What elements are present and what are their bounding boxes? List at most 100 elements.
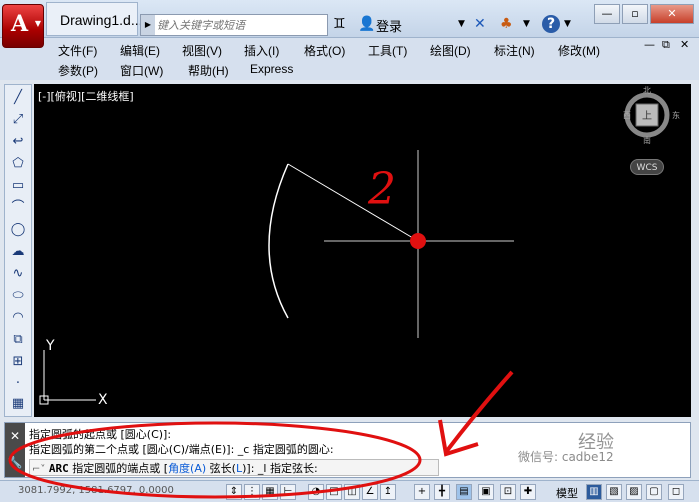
osnap-icon[interactable]: □ [326,484,342,500]
ortho-mode-icon[interactable]: ⊢ [280,484,296,500]
selection-cycling-icon[interactable]: ⊡ [500,484,516,500]
quick-view-drawings-icon[interactable]: ▧ [606,484,622,500]
arc-shape [268,163,289,319]
menu-insert[interactable]: 插入(I) [244,42,279,59]
search-input[interactable] [157,17,325,33]
chevron-down-icon: ▼ [34,19,41,28]
autodesk-360-icon[interactable]: ♣ [500,15,513,33]
quick-properties-icon[interactable]: ▣ [478,484,494,500]
maximize-button[interactable]: ▫ [622,4,648,24]
insert-block-tool-icon[interactable]: ⧉ [8,331,28,349]
ellipse-tool-icon[interactable]: ⬭ [8,287,28,305]
polygon-tool-icon[interactable]: ⬠ [8,155,28,173]
point-tool-icon[interactable]: · [8,375,28,393]
ucs-x-label: X [98,392,108,408]
viewcube[interactable]: 北 南 东 西 上 [623,86,680,145]
command-prompt-text: 指定圆弧的端点或 [ [68,462,169,475]
infer-constraints-icon[interactable]: ⇕ [226,484,242,500]
viewcube-face-label: 上 [642,110,652,122]
annotation-scale-icon[interactable]: ▨ [626,484,642,500]
menu-express[interactable]: Express [250,62,293,76]
wrench-icon[interactable]: 🔧 [5,455,25,469]
snap-mode-icon[interactable]: ⋮ [244,484,260,500]
circle-tool-icon[interactable]: ◯ [8,221,28,239]
ducs-icon[interactable]: ↥ [380,484,396,500]
help-icon[interactable]: ? [542,15,560,33]
menu-draw[interactable]: 绘图(D) [430,42,471,59]
mdi-close-button[interactable]: ✕ [680,38,689,51]
compass-east-label: 东 [672,110,680,120]
help-dropdown-icon[interactable]: ▼ [564,15,571,33]
mdi-restore-button[interactable]: ⧉ [662,38,670,52]
menu-dimension[interactable]: 标注(N) [494,42,535,59]
hatch-tool-icon[interactable]: ▦ [8,395,28,413]
search-box[interactable]: ▶ [140,14,328,36]
compass-north-label: 北 [643,86,651,95]
annotation-monitor-icon[interactable]: ✚ [520,484,536,500]
login-button[interactable]: 登录 [376,16,402,35]
lineweight-icon[interactable]: ╋ [434,484,450,500]
drawing-svg: 北 南 东 西 上 2 Y X [39,86,680,408]
rectangle-tool-icon[interactable]: ▭ [8,177,28,195]
ucs-icon: Y X [39,338,108,408]
dropdown-arrow-icon[interactable]: ▼ [458,15,465,33]
autocad-logo-icon: A [11,11,29,37]
menu-parametric[interactable]: 参数(P) [58,62,98,79]
mdi-minimize-button[interactable]: — [644,38,655,51]
draw-toolbar: ╱ ⤢ ↩ ⬠ ▭ ⌒ ◯ ☁ ∿ ⬭ ◠ ⧉ ⊞ · ▦ [4,84,32,417]
drawing-canvas[interactable]: [-][俯视][二维线框] 北 南 东 西 上 2 Y X WCS [34,84,691,417]
command-history-line: 指定圆弧的起点或 [圆心(C)]: [29,428,172,441]
model-tab[interactable]: 模型 [556,485,578,501]
line-tool-icon[interactable]: ╱ [8,89,28,107]
spline-tool-icon[interactable]: ∿ [8,265,28,283]
watermark-wechat: 微信号: cadbe12 [518,450,614,464]
annotation-number: 2 [367,164,396,215]
radius-line [287,163,419,242]
binoculars-icon[interactable]: ♊ [333,15,346,33]
3d-osnap-icon[interactable]: ◫ [344,484,360,500]
quick-view-layouts-icon[interactable]: ▥ [586,484,602,500]
menu-tools[interactable]: 工具(T) [368,42,407,59]
command-prompt-tail: )]: _l 指定弦长: [242,462,318,475]
application-menu-button[interactable]: A ▼ [2,4,44,48]
user-icon[interactable]: 👤 [358,15,375,33]
menu-view[interactable]: 视图(V) [182,42,222,59]
otrack-icon[interactable]: ∠ [362,484,378,500]
exchange-icon[interactable]: ✕ [474,15,486,33]
document-title: Drawing1.d... [60,12,143,28]
command-history-line: 指定圆弧的第二个点或 [圆心(C)/端点(E)]: _c 指定圆弧的圆心: [29,443,334,456]
ellipse-arc-tool-icon[interactable]: ◠ [8,309,28,327]
command-name: ARC [48,462,69,475]
menu-file[interactable]: 文件(F) [58,42,97,59]
close-icon[interactable]: ✕ [5,429,25,443]
polyline-tool-icon[interactable]: ↩ [8,133,28,151]
arc-center-point [410,233,426,249]
option-angle[interactable]: 角度(A) [168,462,206,475]
grid-display-icon[interactable]: ▦ [262,484,278,500]
command-window-sidebar: ✕ 🔧 [5,423,25,477]
arc-tool-icon[interactable]: ⌒ [8,199,28,217]
menu-help[interactable]: 帮助(H) [188,62,229,79]
expand-arrow-icon[interactable]: ▶ [141,15,155,35]
make-block-tool-icon[interactable]: ⊞ [8,353,28,371]
command-chevron-icon: ⌐˅ [32,464,46,475]
revision-cloud-tool-icon[interactable]: ☁ [8,243,28,261]
dynamic-input-icon[interactable]: + [414,484,430,500]
close-button[interactable]: ✕ [650,4,694,24]
minimize-button[interactable]: — [594,4,620,24]
command-input[interactable]: ⌐˅ ARC 指定圆弧的端点或 [角度(A) 弦长(L)]: _l 指定弦长: [29,459,439,476]
transparency-icon[interactable]: ▤ [456,484,472,500]
dropdown-arrow-icon-2[interactable]: ▼ [523,15,530,33]
clean-screen-icon[interactable]: ◻ [668,484,684,500]
menu-window[interactable]: 窗口(W) [120,62,163,79]
menu-edit[interactable]: 编辑(E) [120,42,160,59]
command-prompt-sep: 弦长( [206,462,236,475]
menu-bar: 文件(F) 编辑(E) 视图(V) 插入(I) 格式(O) 工具(T) 绘图(D… [0,38,699,80]
menu-format[interactable]: 格式(O) [304,42,345,59]
polar-tracking-icon[interactable]: ◔ [308,484,324,500]
construction-line-tool-icon[interactable]: ⤢ [8,111,28,129]
compass-south-label: 南 [643,135,651,145]
wcs-menu[interactable]: WCS [630,159,664,175]
workspace-switch-icon[interactable]: ▢ [646,484,662,500]
menu-modify[interactable]: 修改(M) [558,42,600,59]
